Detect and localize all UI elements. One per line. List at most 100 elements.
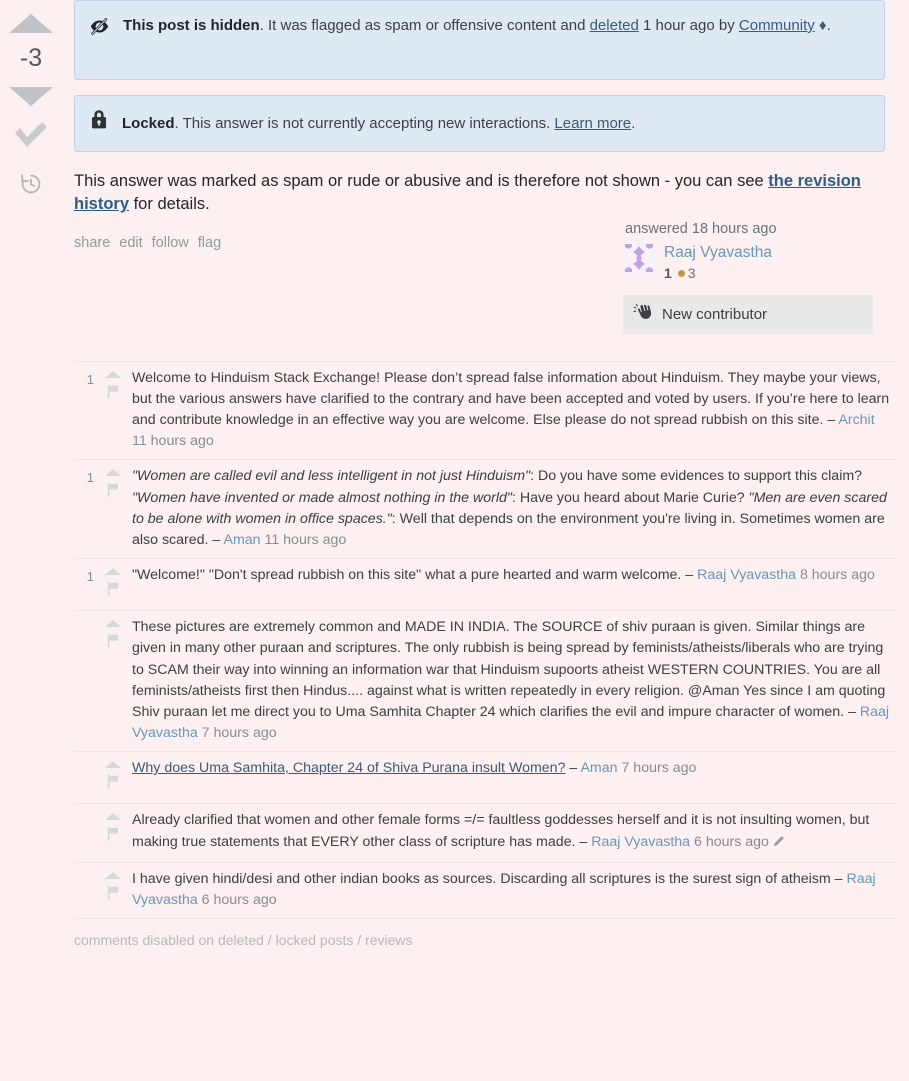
comment-actions (94, 810, 132, 854)
comment-row: Already clarified that women and other f… (74, 803, 897, 861)
comment-upvote-icon[interactable] (105, 761, 121, 769)
edit-pencil-icon[interactable] (772, 834, 785, 855)
edit-button[interactable]: edit (119, 235, 142, 251)
comment-body-text: Welcome to Hinduism Stack Exchange! Plea… (132, 369, 890, 429)
comment-upvote-icon[interactable] (105, 568, 121, 576)
comment-author-link[interactable]: Raaj Vyavastha (697, 567, 796, 583)
locked-bold-label: Locked (122, 114, 175, 132)
comment-flag-icon[interactable] (106, 774, 121, 796)
locked-text-1: . This answer is not currently accepting… (174, 114, 555, 132)
post-hidden-notice: This post is hidden. It was flagged as s… (74, 0, 885, 80)
comment-author-link[interactable]: Aman (580, 760, 617, 776)
post-locked-notice: Locked. This answer is not currently acc… (74, 95, 885, 152)
comment-body-text: I have given hindi/desi and other indian… (132, 870, 847, 887)
bronze-badge-icon (677, 270, 685, 278)
user-card: answered 18 hours ago Raaj Vyavastha 1 3… (623, 221, 873, 334)
flag-button[interactable]: flag (198, 235, 221, 251)
notice-text-2: 1 hour ago by (638, 17, 739, 34)
vote-cell: -3 (0, 14, 62, 200)
notice-text-3: . (826, 17, 831, 34)
comment-text: Already clarified that women and other f… (132, 810, 897, 854)
comment-timestamp: 6 hours ago (690, 833, 769, 850)
post-hidden-notice-text: This post is hidden. It was flagged as s… (123, 14, 869, 37)
share-button[interactable]: share (74, 235, 110, 251)
comment-score: 1 (86, 569, 94, 585)
comment-upvote-icon[interactable] (105, 469, 121, 477)
comment-upvote-icon[interactable] (105, 871, 121, 879)
comment-row: 1 "Welcome!" "Don't spread rubbish on thi… (74, 558, 897, 610)
comment-text: I have given hindi/desi and other indian… (132, 869, 897, 911)
comment-score (74, 810, 94, 854)
comments-disabled-note: comments disabled on deleted / locked po… (74, 917, 897, 948)
comment-timestamp: 6 hours ago (197, 891, 277, 908)
comment-text: These pictures are extremely common and … (132, 617, 897, 744)
upvote-button[interactable] (9, 14, 53, 33)
identicon-avatar[interactable] (623, 241, 655, 274)
comment-score (74, 869, 94, 911)
comment-actions (94, 758, 132, 796)
comment-score (74, 617, 94, 744)
post-body-text-after: for details. (129, 195, 210, 214)
post-history-icon[interactable] (19, 172, 43, 200)
comment-upvote-icon[interactable] (105, 813, 121, 821)
comment-text: Why does Uma Samhita, Chapter 24 of Shiv… (132, 758, 897, 796)
comment-text: Welcome to Hinduism Stack Exchange! Plea… (132, 368, 897, 453)
new-contributor-badge: New contributor (623, 294, 873, 334)
post-body-text-before: This answer was marked as spam or rude o… (74, 172, 769, 190)
comment-actions (94, 565, 132, 603)
comment-body-text: "Welcome!" "Don't spread rubbish on this… (132, 567, 698, 584)
community-user-link[interactable]: Community (739, 17, 815, 34)
comment-flag-icon[interactable] (106, 384, 121, 406)
comment-body-text: : Do you have some evidences to support … (530, 468, 863, 485)
locked-text-2: . (631, 114, 636, 132)
comment-author-link[interactable]: Aman (223, 532, 260, 548)
comment-quote: "Women have invented or made almost noth… (132, 489, 512, 506)
comment-row: Why does Uma Samhita, Chapter 24 of Shiv… (74, 751, 897, 803)
accepted-answer-icon[interactable] (13, 120, 49, 154)
comment-quote: "Women are called evil and less intellig… (132, 468, 531, 485)
comment-text: "Women are called evil and less intellig… (132, 466, 897, 551)
comment-body-text: These pictures are extremely common and … (132, 619, 886, 720)
post-body: This answer was marked as spam or rude o… (74, 170, 885, 217)
comment-score: 1 (86, 470, 94, 486)
comment-flag-icon[interactable] (106, 885, 121, 907)
follow-button[interactable]: follow (152, 235, 189, 251)
deleted-link[interactable]: deleted (590, 17, 639, 34)
signature-row: answered 18 hours ago Raaj Vyavastha 1 3… (74, 221, 885, 361)
comment-flag-icon[interactable] (106, 633, 121, 655)
comment-body-text: – (565, 760, 581, 777)
comment-body-text: : Have you heard about Marie Curie? (511, 489, 749, 506)
comment-timestamp: 11 hours ago (260, 531, 347, 548)
comment-actions (94, 466, 132, 551)
new-contributor-label: New contributor (662, 305, 768, 323)
comment-author-link[interactable]: Archit (838, 412, 874, 428)
learn-more-link[interactable]: Learn more (554, 115, 631, 132)
comment-flag-icon[interactable] (106, 826, 121, 848)
notice-bold-label: This post is hidden (123, 17, 260, 34)
comment-row: I have given hindi/desi and other indian… (74, 861, 897, 918)
comment-actions (94, 869, 132, 911)
moderator-diamond: ♦ (814, 17, 827, 34)
comment-flag-icon[interactable] (106, 581, 121, 603)
user-name-link[interactable]: Raaj Vyavastha (664, 243, 772, 262)
post-locked-notice-text: Locked. This answer is not currently acc… (122, 112, 869, 135)
comment-timestamp: 7 hours ago (197, 725, 277, 742)
comment-row: 1 "Women are called evil and less intelli… (74, 459, 897, 558)
downvote-button[interactable] (9, 87, 53, 106)
comment-upvote-icon[interactable] (105, 620, 121, 628)
comment-timestamp: 8 hours ago (796, 567, 875, 584)
comment-timestamp: 7 hours ago (617, 760, 697, 777)
waving-hand-icon (633, 303, 653, 326)
comment-upvote-icon[interactable] (105, 370, 121, 378)
comment-flag-icon[interactable] (106, 482, 121, 504)
answer-timestamp: answered 18 hours ago (625, 220, 777, 237)
vote-score: -3 (19, 44, 43, 72)
comment-inline-link[interactable]: Why does Uma Samhita, Chapter 24 of Shiv… (132, 760, 565, 776)
lock-icon (89, 109, 109, 137)
comment-score: 1 (86, 371, 94, 387)
comment-author-link[interactable]: Raaj Vyavastha (591, 834, 690, 850)
comment-actions (94, 617, 132, 744)
comments-list: 1 Welcome to Hinduism Stack Exchange! Ple… (74, 360, 897, 918)
comment-actions (94, 368, 132, 453)
user-reputation: 1 3 (664, 265, 772, 283)
